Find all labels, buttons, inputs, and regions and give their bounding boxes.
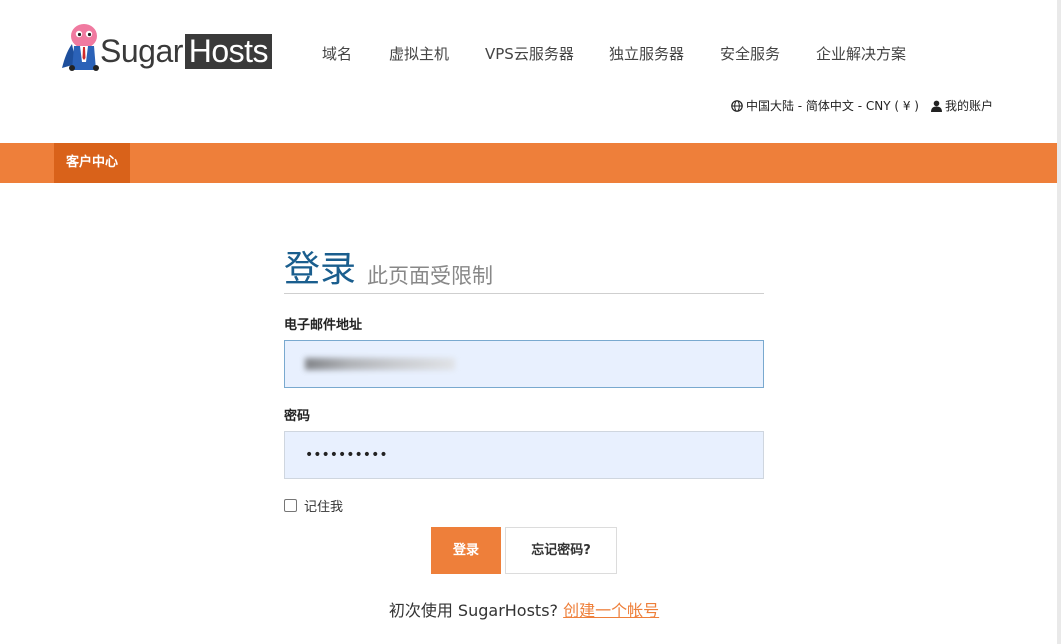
user-icon [930,100,942,112]
logo-text-sugar: Sugar [100,33,183,69]
nav-item-security[interactable]: 安全服务 [720,44,816,64]
password-label: 密码 [284,409,311,424]
login-form: 登录 此页面受限制 电子邮件地址 密码 •••••••••• 记住我 登录 忘记… [284,248,764,620]
email-label: 电子邮件地址 [284,318,363,333]
remember-label: 记住我 [304,500,344,515]
nav-item-vps[interactable]: VPS云服务器 [485,44,609,64]
create-account-link[interactable]: 创建一个帐号 [563,601,659,620]
page-title: 登录 [284,249,357,290]
sugarhosts-logo[interactable]: Sugar Hosts [60,22,272,72]
logo-wordmark: Sugar Hosts [96,33,272,70]
nav-item-hosting[interactable]: 虚拟主机 [389,44,485,64]
nav-item-dedicated[interactable]: 独立服务器 [609,44,720,64]
login-button[interactable]: 登录 [431,527,501,574]
nav-item-enterprise[interactable]: 企业解决方案 [816,44,906,64]
page-subtitle: 此页面受限制 [367,264,493,288]
signup-prompt: 初次使用 SugarHosts? 创建一个帐号 [284,597,764,621]
globe-icon [731,100,743,112]
locale-label: 中国大陆 - 简体中文 - CNY ( ¥ ) [745,99,919,113]
site-header: Sugar Hosts 域名 虚拟主机 VPS云服务器 独立服务器 安全服务 企… [0,0,1057,143]
login-heading: 登录 此页面受限制 [284,248,764,294]
main-nav: 域名 虚拟主机 VPS云服务器 独立服务器 安全服务 企业解决方案 [322,44,906,64]
logo-text-hosts: Hosts [184,34,272,69]
tab-client-area[interactable]: 客户中心 [54,143,130,183]
sub-nav-bar: 客户中心 [0,143,1057,183]
redacted-email [305,358,455,370]
utility-bar: 中国大陆 - 简体中文 - CNY ( ¥ ) 我的账户 [731,97,993,114]
account-label: 我的账户 [944,99,993,113]
email-field[interactable] [284,340,764,388]
remember-checkbox[interactable] [284,499,297,512]
remember-me[interactable]: 记住我 [284,496,343,515]
signup-text: 初次使用 SugarHosts? [388,601,559,620]
locale-selector[interactable]: 中国大陆 - 简体中文 - CNY ( ¥ ) [731,97,919,114]
account-link[interactable]: 我的账户 [930,97,993,114]
forgot-password-button[interactable]: 忘记密码? [505,527,617,574]
nav-item-domains[interactable]: 域名 [322,44,389,64]
password-field[interactable]: •••••••••• [284,431,764,479]
window-edge [1057,0,1061,644]
